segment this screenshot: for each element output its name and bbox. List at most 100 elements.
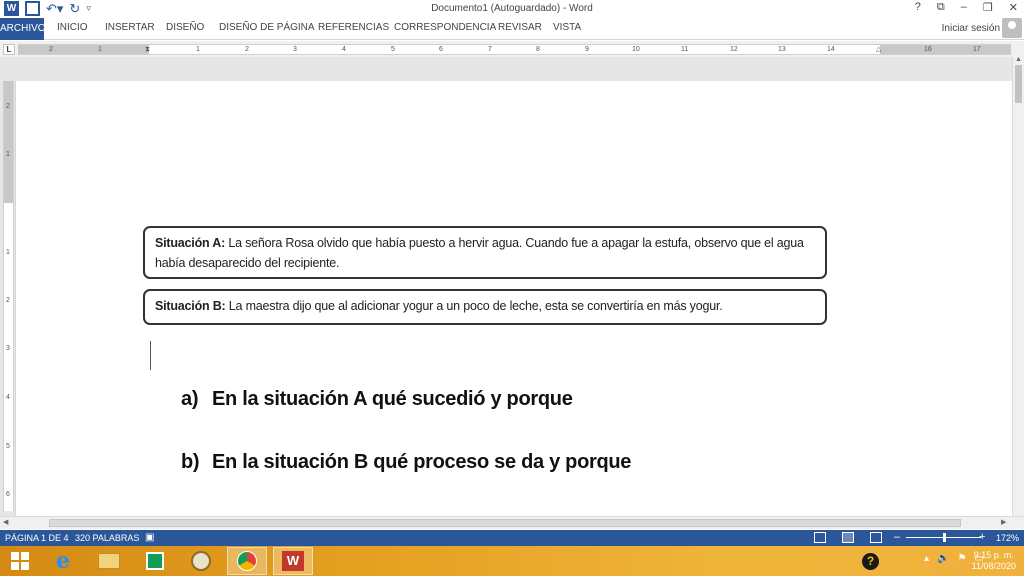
tab-inicio[interactable]: INICIO xyxy=(57,22,88,33)
ruler-left-margin xyxy=(18,45,149,54)
action-center-flag-icon[interactable]: ⚑ xyxy=(958,553,967,564)
clock-date: 11/08/2020 xyxy=(971,561,1016,571)
vruler-number: 3 xyxy=(6,345,10,352)
ruler-number: 8 xyxy=(536,46,540,53)
ruler-number: 1 xyxy=(98,46,102,53)
read-mode-icon[interactable] xyxy=(814,532,826,543)
tab-selector[interactable]: L xyxy=(3,44,15,55)
zoom-slider-knob[interactable] xyxy=(943,533,946,542)
tab-vista[interactable]: VISTA xyxy=(553,22,581,33)
question-a: a) En la situación A qué sucedió y porque xyxy=(181,388,573,411)
chrome-icon xyxy=(237,551,257,571)
page-count[interactable]: PÁGINA 1 DE 4 xyxy=(5,533,69,543)
internet-explorer-icon: e xyxy=(56,548,70,574)
vruler-number: 1 xyxy=(6,249,10,256)
vertical-scrollbar[interactable]: ▲ xyxy=(1012,56,1024,516)
ruler-number: 1 xyxy=(196,46,200,53)
tab-diseno-de-pagina[interactable]: DISEÑO DE PÁGINA xyxy=(219,22,315,33)
taskbar-store[interactable] xyxy=(135,547,175,575)
proofing-icon[interactable]: ▣ xyxy=(145,532,154,543)
taskbar-word[interactable]: W xyxy=(273,547,313,575)
restore-button[interactable]: ❐ xyxy=(983,1,993,14)
taskbar-file-explorer[interactable] xyxy=(89,547,129,575)
print-layout-icon[interactable] xyxy=(842,532,854,543)
ruler-number: 10 xyxy=(632,46,640,53)
ruler-number: 13 xyxy=(778,46,786,53)
tab-archivo[interactable]: ARCHIVO xyxy=(0,18,46,40)
situation-b-text: La maestra dijo que al adicionar yogur a… xyxy=(225,299,723,313)
ruler-number: 14 xyxy=(827,46,835,53)
window-controls: ? ⧉ – ❐ ✕ xyxy=(915,1,1018,14)
ruler-number: 16 xyxy=(924,46,932,53)
windows-taskbar: e W ? ▴ 🔈 ⚑ ▭ 9:15 p. m. 11/08/2020 xyxy=(0,546,1024,576)
taskbar-internet-explorer[interactable]: e xyxy=(43,547,83,575)
word-icon: W xyxy=(282,551,304,571)
right-indent-marker[interactable]: △ xyxy=(876,45,881,54)
store-icon xyxy=(146,552,164,570)
situation-a-box: Situación A: La señora Rosa olvido que h… xyxy=(143,226,827,279)
vertical-scroll-thumb[interactable] xyxy=(1015,65,1022,103)
ruler-number: 9 xyxy=(585,46,589,53)
ruler-number: 11 xyxy=(681,46,689,53)
minimize-button[interactable]: – xyxy=(961,1,967,14)
taskbar-clock[interactable]: 9:15 p. m. 11/08/2020 xyxy=(972,550,1016,572)
ruler-number: 7 xyxy=(488,46,492,53)
taskbar-chrome[interactable] xyxy=(227,547,267,575)
ruler-right-margin xyxy=(880,45,1011,54)
vertical-ruler[interactable]: 2 1 1 2 3 4 5 6 xyxy=(3,81,14,511)
volume-icon[interactable]: 🔈 xyxy=(937,553,949,564)
windows-logo-icon xyxy=(11,552,29,570)
zoom-in-button[interactable]: + xyxy=(979,531,985,543)
help-icon[interactable]: ? xyxy=(862,553,879,570)
question-a-text: En la situación A qué sucedió y porque xyxy=(212,388,573,410)
ribbon-tabs: ARCHIVO INICIO INSERTAR DISEÑO DISEÑO DE… xyxy=(0,18,1024,40)
tab-insertar[interactable]: INSERTAR xyxy=(105,22,155,33)
start-button[interactable] xyxy=(0,547,40,575)
vruler-number: 2 xyxy=(6,103,10,110)
text-cursor xyxy=(150,341,151,370)
sign-in-link[interactable]: Iniciar sesión xyxy=(942,23,1000,34)
ruler-number: 3 xyxy=(293,46,297,53)
word-count[interactable]: 320 PALABRAS xyxy=(75,533,139,543)
clock-time: 9:15 p. m. xyxy=(973,550,1014,560)
ruler-number: 5 xyxy=(391,46,395,53)
ribbon-display-options-button[interactable]: ⧉ xyxy=(937,1,945,14)
scroll-up-icon[interactable]: ▲ xyxy=(1015,56,1022,63)
app-icon xyxy=(191,551,211,571)
first-line-indent-marker[interactable]: ⧗ xyxy=(145,45,150,54)
situation-a-text: La señora Rosa olvido que había puesto a… xyxy=(155,236,804,270)
tab-referencias[interactable]: REFERENCIAS xyxy=(318,22,389,33)
question-b-letter: b) xyxy=(181,451,200,473)
ruler-number: 12 xyxy=(730,46,738,53)
situation-b-label: Situación B: xyxy=(155,299,226,313)
situation-a-label: Situación A: xyxy=(155,236,226,250)
vruler-number: 2 xyxy=(6,297,10,304)
show-hidden-icons-icon[interactable]: ▴ xyxy=(924,553,929,564)
vertical-ruler-margin xyxy=(4,81,13,203)
horizontal-ruler[interactable]: 2 1 ⧗ 1 2 3 4 5 6 7 8 9 10 11 12 13 14 △… xyxy=(18,44,1011,55)
help-button[interactable]: ? xyxy=(915,1,921,14)
close-button[interactable]: ✕ xyxy=(1009,1,1018,14)
web-layout-icon[interactable] xyxy=(870,532,882,543)
ruler-number: 2 xyxy=(49,46,53,53)
document-workspace: 2 1 1 2 3 4 5 6 ▲ xyxy=(0,56,1024,521)
ruler-number: 17 xyxy=(973,46,981,53)
taskbar-app[interactable] xyxy=(181,547,221,575)
situation-b-box: Situación B: La maestra dijo que al adic… xyxy=(143,289,827,325)
window-title: Documento1 (Autoguardado) - Word xyxy=(431,3,593,14)
scroll-right-icon[interactable]: ▶ xyxy=(1001,518,1006,526)
title-bar: W ↶▾ ↻ ▿ Documento1 (Autoguardado) - Wor… xyxy=(0,0,1024,18)
horizontal-scrollbar[interactable]: ◀ ▶ xyxy=(0,516,1024,529)
horizontal-scroll-thumb[interactable] xyxy=(49,519,961,527)
horizontal-ruler-area: L 2 1 ⧗ 1 2 3 4 5 6 7 8 9 10 11 12 13 14… xyxy=(0,41,1024,57)
zoom-level[interactable]: 172% xyxy=(996,533,1019,543)
tab-diseno[interactable]: DISEÑO xyxy=(166,22,204,33)
vruler-number: 1 xyxy=(6,151,10,158)
ruler-number: 4 xyxy=(342,46,346,53)
vruler-number: 6 xyxy=(6,491,10,498)
avatar[interactable] xyxy=(1002,18,1022,38)
tab-revisar[interactable]: REVISAR xyxy=(498,22,542,33)
zoom-out-button[interactable]: – xyxy=(894,531,900,543)
tab-correspondencia[interactable]: CORRESPONDENCIA xyxy=(394,22,496,33)
scroll-left-icon[interactable]: ◀ xyxy=(3,518,8,526)
